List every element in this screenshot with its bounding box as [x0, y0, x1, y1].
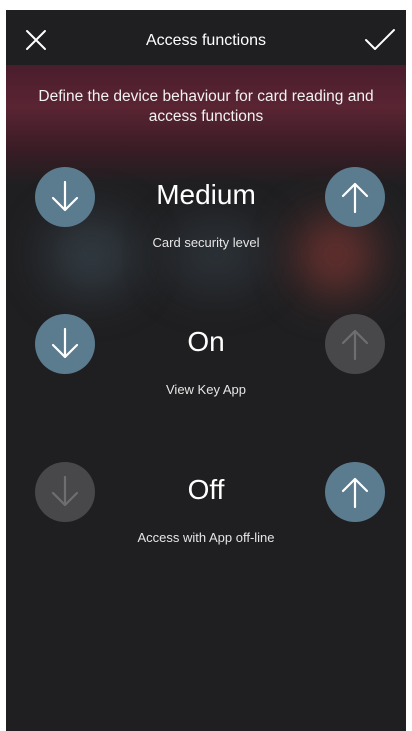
increase-button[interactable] [325, 314, 385, 374]
header-bar: Access functions [6, 10, 406, 66]
setting-row-card-security: Medium Card security level [6, 167, 406, 277]
setting-row-view-key-app: On View Key App [6, 314, 406, 424]
arrow-up-icon [341, 477, 369, 509]
increase-button[interactable] [325, 462, 385, 522]
arrow-up-icon [341, 182, 369, 214]
close-icon [26, 30, 46, 50]
decrease-button[interactable] [35, 314, 95, 374]
setting-row-offline-access: Off Access with App off-line [6, 462, 406, 572]
decrease-button[interactable] [35, 462, 95, 522]
app-screen: Access functions Define the device behav… [6, 10, 406, 731]
arrow-down-icon [51, 327, 79, 359]
confirm-button[interactable] [360, 24, 400, 56]
setting-value: On [187, 326, 225, 357]
checkmark-icon [365, 29, 395, 50]
arrow-up-icon [341, 329, 369, 361]
page-title: Access functions [145, 32, 267, 49]
setting-value: Off [187, 474, 225, 505]
setting-label: View Key App [166, 382, 246, 397]
close-button[interactable] [20, 24, 52, 56]
arrow-down-icon [51, 180, 79, 212]
setting-label: Card security level [152, 235, 260, 250]
setting-label: Access with App off-line [137, 530, 275, 545]
arrow-down-icon [51, 475, 79, 507]
increase-button[interactable] [325, 167, 385, 227]
setting-value: Medium [156, 179, 256, 210]
decrease-button[interactable] [35, 167, 95, 227]
description-text: Define the device behaviour for card rea… [38, 88, 374, 125]
